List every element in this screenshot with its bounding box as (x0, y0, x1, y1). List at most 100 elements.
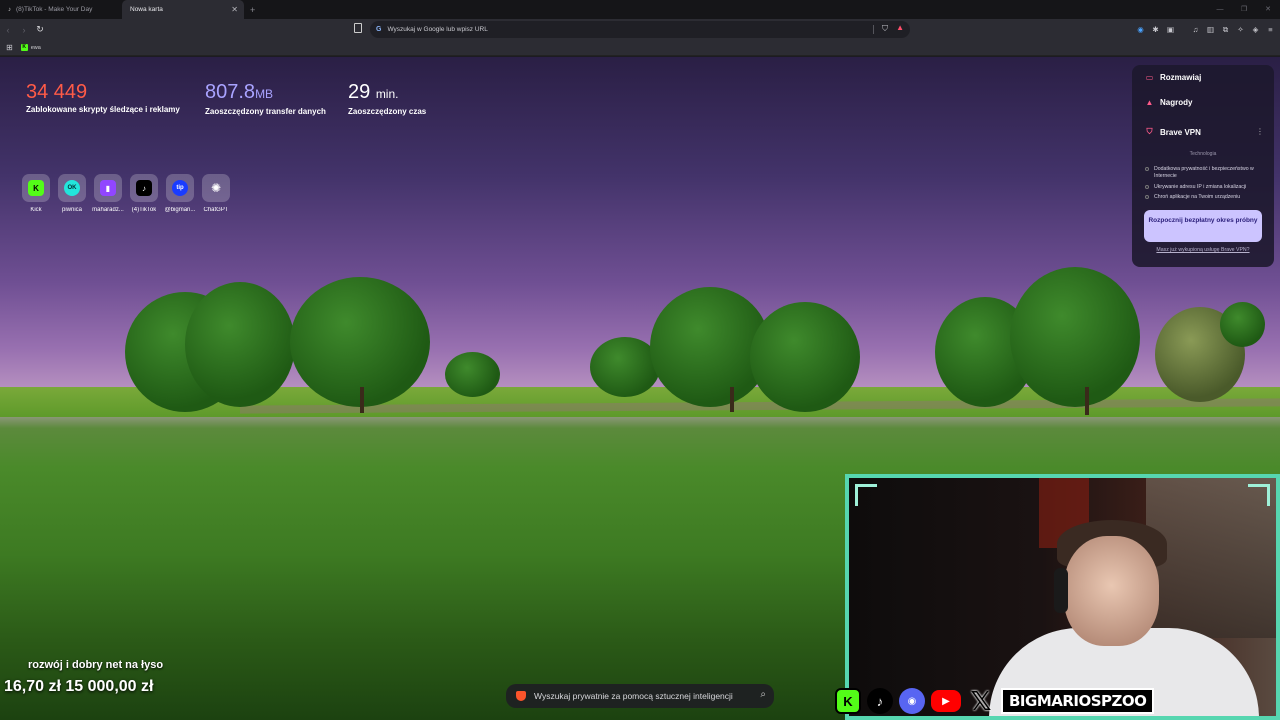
x-icon: 𝕏 (970, 685, 992, 716)
vpn-feature: Ukrywanie adresu IP i zmiana lokalizacji (1145, 184, 1270, 191)
stat-time: 29 min. Zaoszczędzony czas (348, 80, 426, 116)
vpn-label: Brave VPN (1160, 127, 1201, 137)
top-site-label: Kick (30, 207, 42, 213)
vpn-shield-icon: ⛉ (1146, 127, 1153, 136)
brave-shields-icon[interactable]: ⛉ (882, 24, 888, 34)
rewards-label: Nagrody (1160, 98, 1193, 107)
apps-grid-icon[interactable]: ⊞ (6, 43, 13, 52)
top-site-label: ChatGPT (203, 207, 229, 213)
discord-icon: ◉ (899, 688, 925, 714)
tab-tiktok[interactable]: ♪ (8)TikTok - Make Your Day (0, 0, 122, 19)
media-icon[interactable]: ♫ (1189, 25, 1202, 34)
bookmark-icon[interactable] (354, 23, 362, 33)
speech-icon[interactable]: ◉ (1134, 25, 1147, 34)
stat-bandwidth-unit: MB (255, 87, 274, 101)
frame-corner (1248, 484, 1270, 506)
vpn-item[interactable]: ⛉ Brave VPN (1145, 127, 1201, 137)
stat-time-value: 29 (348, 81, 371, 103)
address-placeholder: Wyszukaj w Google lub wpisz URL (387, 26, 488, 33)
tiktok-icon: ♪ (8, 6, 11, 13)
streamer-handle: BIGMARIOSPZOO (1001, 688, 1155, 714)
tipply-icon: tip (172, 180, 188, 196)
tab-new-tab[interactable]: Nowa karta ✕ (122, 0, 244, 19)
top-site-label: @bigmari... (164, 207, 196, 213)
vpn-feature: Dodatkowa prywatność i bezpieczeństwo w … (1145, 166, 1270, 180)
toolbar-right-icons: ◉ ✱ ▣ ♫ ▥ ⧉ ✧ ◈ ≡ (1134, 19, 1277, 40)
kick-icon: K (28, 180, 44, 196)
already-purchased-link[interactable]: Masz już wykupioną usługę Brave VPN? (1132, 247, 1274, 253)
window-controls: — ❐ ✕ (1208, 0, 1280, 19)
close-window-icon[interactable]: ✕ (1256, 0, 1280, 19)
top-site-tipply[interactable]: tip @bigmari... (164, 174, 196, 213)
bookmark-item[interactable]: K ewa (20, 44, 41, 51)
streamer-face (1064, 536, 1159, 646)
top-site-kick[interactable]: K Kick (22, 174, 50, 213)
kick-icon: K (835, 688, 861, 714)
stat-bandwidth: 807.8MB Zaoszczędzony transfer danych (205, 80, 326, 116)
social-links: K ♪ ◉ ▶ 𝕏 BIGMARIOSPZOO (835, 685, 1155, 716)
top-site-tiktok[interactable]: ♪ (4)TikTok (130, 174, 158, 213)
stat-time-unit: min. (375, 87, 399, 101)
top-site-chatgpt[interactable]: ✺ ChatGPT (202, 174, 230, 213)
twitch-icon: ▮ (100, 180, 116, 196)
forward-icon[interactable]: › (16, 25, 32, 35)
frame-corner (855, 484, 877, 506)
maximize-icon[interactable]: ❐ (1232, 0, 1256, 19)
checkmark-icon (1145, 185, 1149, 189)
stat-blocked: 34 449 Zablokowane skrypty śledzące i re… (26, 80, 180, 114)
divider (873, 25, 874, 34)
chat-item[interactable]: ▭ Rozmawiaj (1145, 73, 1202, 82)
menu-icon[interactable]: ≡ (1264, 25, 1277, 34)
stat-bandwidth-label: Zaoszczędzony transfer danych (205, 107, 326, 116)
search-icon[interactable]: ⌕ (760, 689, 766, 700)
vpn-tech-label: Technologia (1189, 151, 1217, 157)
reload-icon[interactable]: ↻ (32, 24, 48, 35)
address-bar[interactable]: G Wyszukaj w Google lub wpisz URL ⛉ ▲ (370, 21, 910, 38)
olx-icon: OK (64, 180, 80, 196)
vpn-feature: Chroń aplikacje na Twoim urządzeniu (1145, 194, 1270, 201)
top-site-label: (4)TikTok (131, 207, 157, 213)
donation-target: 15 000,00 zł (65, 678, 154, 695)
ai-search-placeholder: Wyszukaj prywatnie za pomocą sztucznej i… (534, 691, 733, 701)
top-site-piwnica[interactable]: OK piwnica (58, 174, 86, 213)
donation-goal-title: rozwój i dobry net na łyso (28, 659, 164, 671)
tiktok-icon: ♪ (136, 180, 152, 196)
minimize-icon[interactable]: — (1208, 0, 1232, 19)
top-site-maharadza[interactable]: ▮ maharadz... (92, 174, 124, 213)
toolbar: ‹ › ↻ G Wyszukaj w Google lub wpisz URL … (0, 19, 1280, 40)
wallet-icon[interactable]: ◈ (1249, 25, 1262, 34)
screenshot-icon[interactable]: ▣ (1164, 25, 1177, 34)
extensions-icon[interactable]: ✱ (1149, 25, 1162, 34)
leo-ai-icon[interactable]: ✧ (1234, 25, 1247, 34)
donation-goal-amounts: 16,70 zł 15 000,00 zł (4, 678, 153, 696)
tab-strip: ♪ (8)TikTok - Make Your Day Nowa karta ✕… (0, 0, 1280, 19)
checkmark-icon (1145, 195, 1149, 199)
stat-bandwidth-value: 807.8 (205, 81, 256, 103)
tab-manager-icon[interactable]: ⧉ (1219, 25, 1232, 35)
rewards-item[interactable]: ▲ Nagrody (1145, 98, 1193, 107)
youtube-icon: ▶ (931, 690, 961, 712)
headset-icon (1054, 568, 1068, 613)
google-icon: G (376, 26, 382, 33)
checkmark-icon (1145, 167, 1149, 171)
top-site-label: maharadz... (92, 207, 124, 213)
brave-widget-panel: ▭ Rozmawiaj ▲ Nagrody ⛉ Brave VPN ⋮ Tech… (1132, 65, 1274, 267)
chat-icon: ▭ (1145, 73, 1154, 82)
close-tab-icon[interactable]: ✕ (231, 5, 238, 14)
kick-icon: K (20, 44, 28, 51)
start-trial-button[interactable]: Rozpocznij bezpłatny okres próbny (1144, 210, 1262, 242)
ai-search-bar[interactable]: Wyszukaj prywatnie za pomocą sztucznej i… (506, 684, 774, 708)
top-site-label: piwnica (61, 207, 82, 213)
brave-rewards-icon[interactable]: ▲ (896, 23, 904, 32)
back-icon[interactable]: ‹ (0, 25, 16, 35)
new-tab-button[interactable]: + (250, 5, 255, 15)
stat-time-label: Zaoszczędzony czas (348, 107, 427, 116)
donation-current: 16,70 zł (4, 678, 61, 695)
sidebar-icon[interactable]: ▥ (1204, 25, 1217, 34)
more-options-icon[interactable]: ⋮ (1256, 127, 1264, 136)
bookmark-label: ewa (30, 44, 41, 51)
stat-blocked-label: Zablokowane skrypty śledzące i reklamy (26, 105, 180, 114)
tab-title: Nowa karta (130, 6, 163, 13)
chatgpt-icon: ✺ (210, 181, 222, 195)
stat-blocked-value: 34 449 (26, 81, 88, 103)
